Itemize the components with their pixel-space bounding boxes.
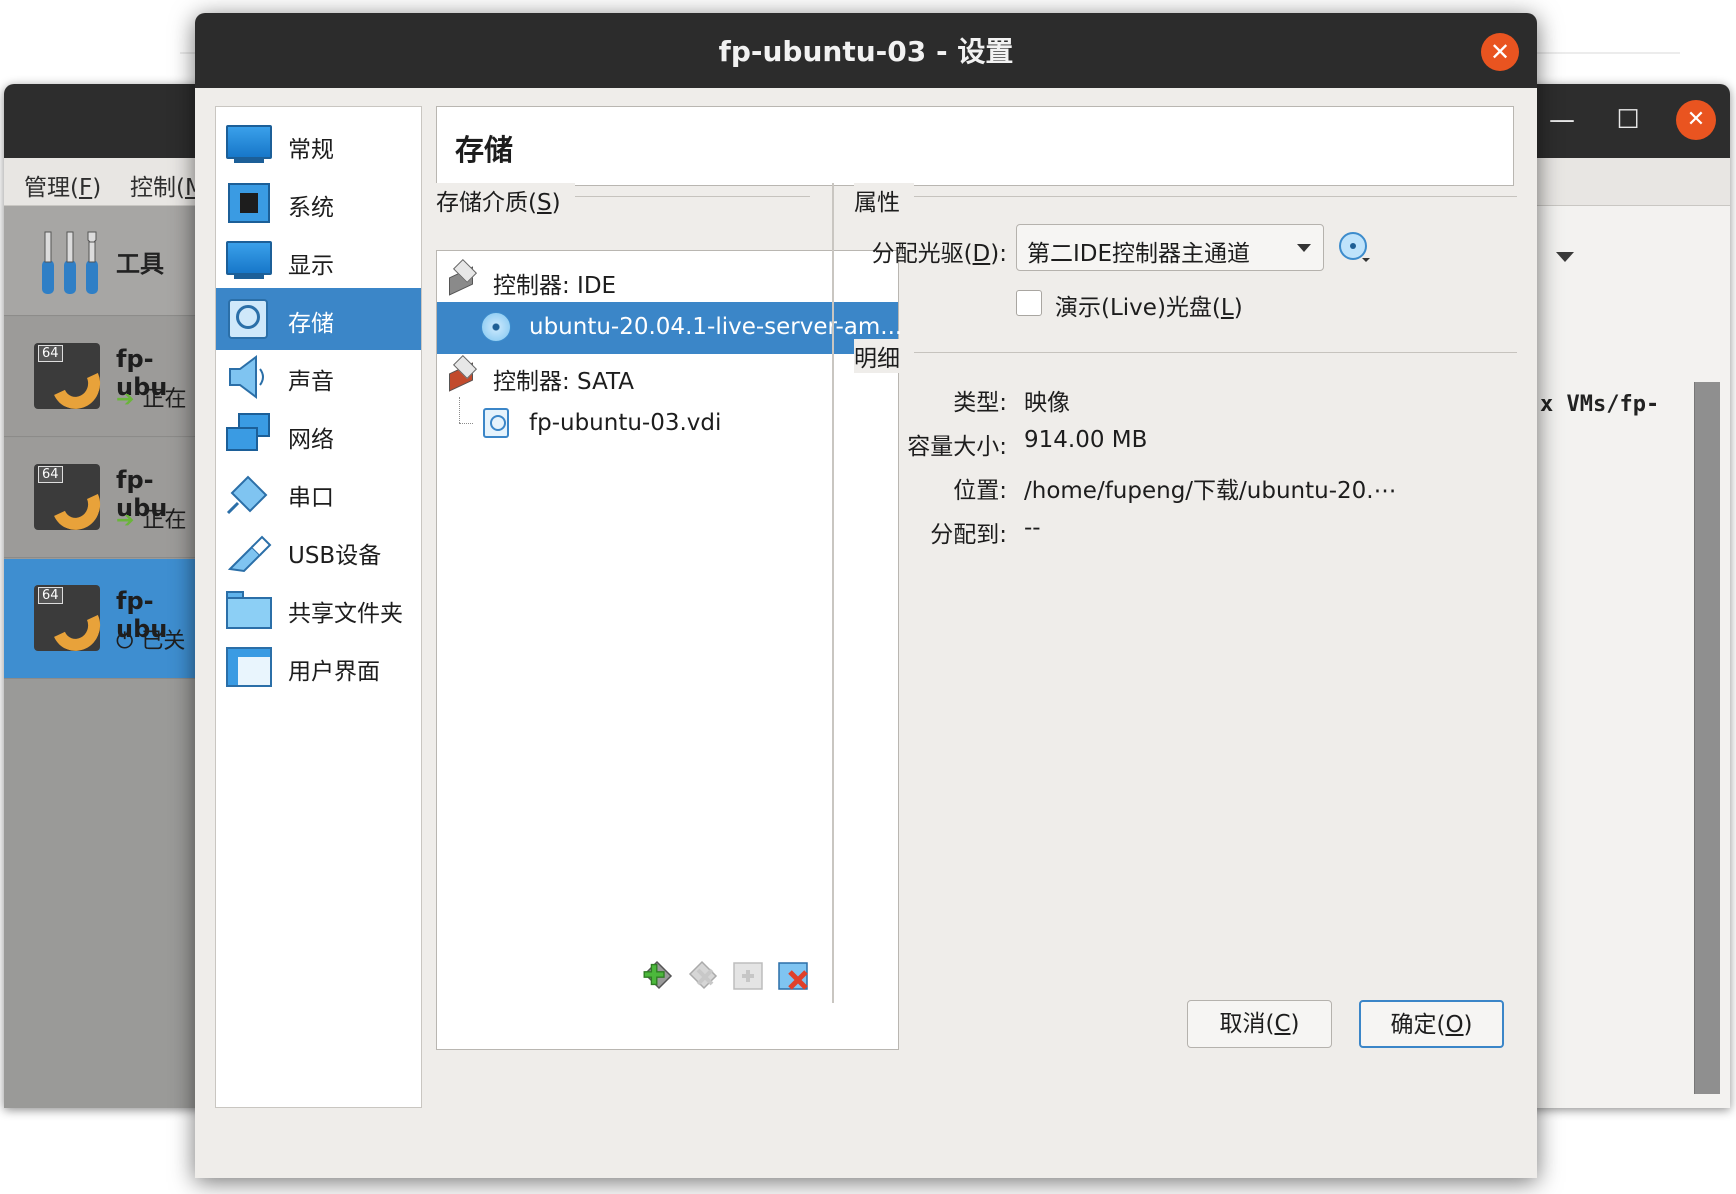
- remove-controller-icon[interactable]: [776, 958, 810, 992]
- hard-disk-icon: [483, 408, 509, 438]
- live-cd-label: 演示(Live)光盘(L): [1055, 295, 1243, 321]
- network-icon: [226, 413, 272, 457]
- vm-status: ➔ 正在: [116, 508, 187, 533]
- ubuntu-vm-icon: 64: [34, 464, 108, 537]
- tree-hard-disk[interactable]: fp-ubuntu-03.vdi: [437, 398, 898, 450]
- vm-status: ➔ 正在: [116, 387, 187, 412]
- panel-divider: [832, 183, 834, 1003]
- add-attachment-icon[interactable]: [641, 958, 675, 992]
- power-off-icon: ⏻: [116, 629, 134, 654]
- tools-icon: [42, 231, 98, 294]
- category-serial-port[interactable]: 串口: [216, 462, 421, 524]
- tools-label: 工具: [116, 250, 164, 278]
- vm-details-text: x VMs/fp-: [1540, 392, 1660, 417]
- detail-size-value: 914.00 MB: [1024, 427, 1148, 453]
- controller-icon: [447, 258, 479, 296]
- category-general[interactable]: 常规: [216, 114, 421, 176]
- category-list: 常规 系统 显示 存储 声音 网络 串口 USB设备 共享文件夹 用户界面: [215, 106, 422, 1108]
- shared-folder-icon: [226, 587, 272, 631]
- minimize-icon[interactable]: —: [1542, 100, 1582, 140]
- maximize-icon[interactable]: ☐: [1608, 100, 1648, 140]
- vm-list-item[interactable]: 64 fp-ubu ➔ 正在: [4, 317, 200, 437]
- vm-list-item-selected[interactable]: 64 fp-ubu ⏻ 已关: [4, 559, 200, 679]
- tree-optical-disk-selected[interactable]: ubuntu-20.04.1-live-server-am...: [437, 302, 902, 354]
- usb-icon: [226, 529, 272, 573]
- vm-list-item[interactable]: 64 fp-ubu ➔ 正在: [4, 438, 200, 558]
- category-system[interactable]: 系统: [216, 172, 421, 234]
- detail-attached-value: --: [1024, 515, 1041, 541]
- audio-icon: [226, 355, 272, 399]
- ubuntu-vm-icon: 64: [34, 343, 108, 416]
- detail-attached-label: 分配到:: [930, 522, 1007, 548]
- section-divider: [907, 196, 1517, 197]
- category-display[interactable]: 显示: [216, 230, 421, 292]
- tools-item[interactable]: 工具: [4, 206, 200, 316]
- details-label: 明细: [854, 339, 914, 373]
- category-user-interface[interactable]: 用户界面: [216, 636, 421, 698]
- close-dialog-icon[interactable]: ✕: [1481, 33, 1519, 71]
- cancel-button[interactable]: 取消(C): [1187, 1000, 1332, 1048]
- menu-manage[interactable]: 管理(F): [24, 168, 101, 202]
- storage-icon: [226, 297, 272, 341]
- optical-disk-icon: [481, 312, 511, 342]
- dropdown-arrow-icon[interactable]: [1556, 252, 1574, 262]
- scrollbar[interactable]: [1694, 382, 1720, 1094]
- remove-attachment-icon[interactable]: [686, 958, 720, 992]
- optical-drive-label: 分配光驱(D):: [871, 241, 1007, 267]
- optical-disk-menu-icon: [1339, 232, 1370, 262]
- detail-location-label: 位置:: [953, 478, 1007, 504]
- category-usb[interactable]: USB设备: [216, 520, 421, 582]
- page-title: 存储: [455, 133, 514, 167]
- storage-media-label: 存储介质(S): [436, 183, 575, 217]
- page-header: 存储: [436, 106, 1514, 186]
- ok-button[interactable]: 确定(O): [1359, 1000, 1504, 1048]
- category-network[interactable]: 网络: [216, 404, 421, 466]
- vm-list: 工具 64 fp-ubu ➔ 正在 64 fp-ubu ➔ 正在 64 fp-ubu…: [4, 206, 200, 1108]
- display-icon: [226, 239, 272, 283]
- user-interface-icon: [226, 645, 272, 689]
- storage-tree: 控制器: IDE ubuntu-20.04.1-live-server-am..…: [436, 250, 902, 1050]
- close-icon[interactable]: ✕: [1676, 100, 1716, 140]
- system-icon: [226, 181, 272, 225]
- controller-icon: [447, 354, 479, 392]
- category-shared-folder[interactable]: 共享文件夹: [216, 578, 421, 640]
- tree-controller-sata[interactable]: 控制器: SATA: [437, 350, 898, 402]
- running-arrow-icon: ➔: [116, 508, 135, 533]
- tree-controller-ide[interactable]: 控制器: IDE: [437, 254, 898, 306]
- serial-port-icon: [226, 471, 272, 515]
- ubuntu-vm-icon: 64: [34, 585, 108, 658]
- general-icon: [226, 123, 272, 167]
- detail-size-label: 容量大小:: [907, 434, 1007, 460]
- chevron-down-icon: [1297, 244, 1311, 252]
- detail-type-label: 类型:: [953, 390, 1007, 416]
- vm-status: ⏻ 已关: [116, 629, 186, 654]
- detail-location-value: /home/fupeng/下载/ubuntu-20.⋯: [1024, 478, 1397, 504]
- choose-disk-button[interactable]: [1338, 231, 1372, 265]
- settings-dialog: fp-ubuntu-03 - 设置 ✕ 常规 系统 显示 存储 声音 网络 串口…: [195, 13, 1537, 1178]
- category-storage[interactable]: 存储: [216, 288, 421, 350]
- add-controller-icon[interactable]: [731, 958, 765, 992]
- desktop: — ☐ ✕ 管理(F) 控制(M 工具 64: [0, 0, 1736, 1194]
- optical-drive-select[interactable]: 第二IDE控制器主通道: [1016, 224, 1324, 271]
- detail-type-value: 映像: [1024, 390, 1070, 416]
- menu-control[interactable]: 控制(M: [130, 168, 205, 202]
- live-cd-checkbox[interactable]: [1016, 290, 1042, 316]
- section-divider: [907, 352, 1517, 353]
- running-arrow-icon: ➔: [116, 387, 135, 412]
- category-audio[interactable]: 声音: [216, 346, 421, 408]
- dialog-title: fp-ubuntu-03 - 设置: [195, 13, 1537, 88]
- attributes-label: 属性: [854, 183, 914, 217]
